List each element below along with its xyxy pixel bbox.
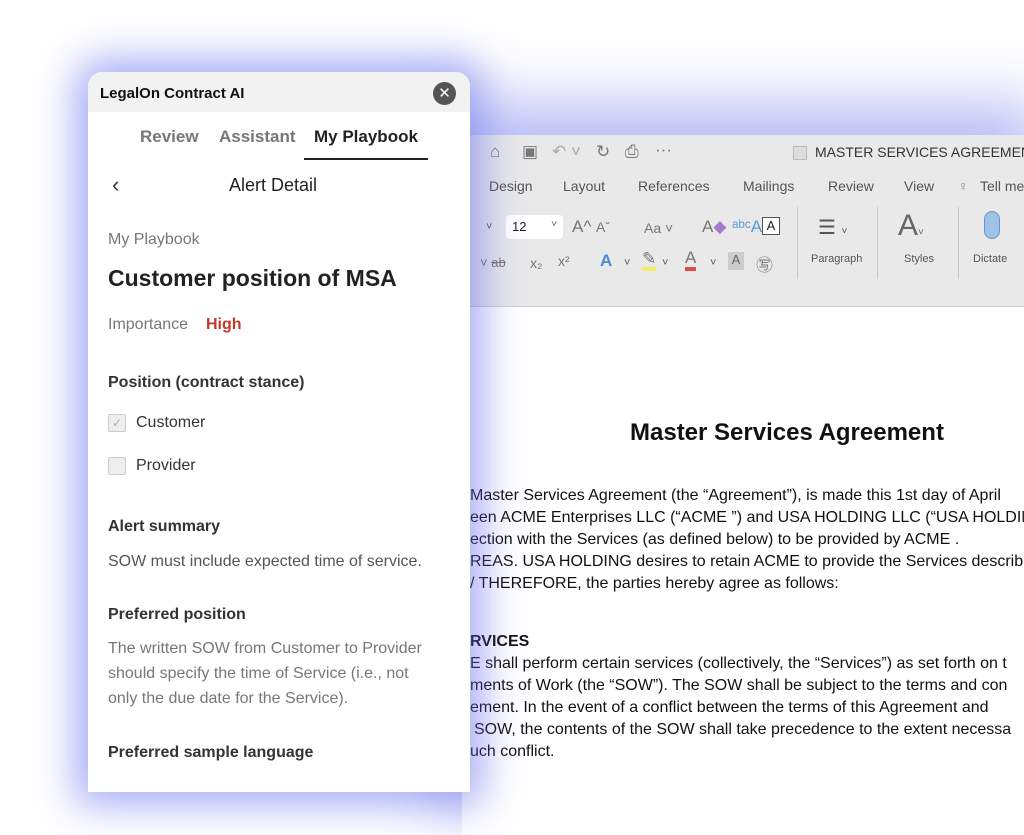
nav-title: Alert Detail: [229, 175, 318, 195]
highlight-icon[interactable]: ✎: [642, 250, 657, 271]
doc-line: uch conflict.: [470, 743, 555, 760]
home-icon[interactable]: ⌂: [490, 142, 500, 162]
ribbon-tab-view[interactable]: View: [904, 178, 934, 194]
more-icon[interactable]: ···: [655, 140, 672, 160]
ribbon-tab-layout[interactable]: Layout: [563, 178, 605, 194]
importance-label: Importance: [108, 316, 189, 333]
preferred-heading: Preferred position: [108, 606, 246, 623]
document-heading: Master Services Agreement: [630, 419, 944, 446]
preferred-text-line: only the due date for the Service).: [108, 690, 349, 707]
preferred-text-line: The written SOW from Customer to Provide…: [108, 640, 422, 657]
tab-review[interactable]: Review: [140, 127, 199, 147]
text-effects-icon[interactable]: ᵃᵇᶜA: [732, 217, 762, 237]
shading-icon[interactable]: A: [728, 252, 744, 270]
lightbulb-icon: ♀: [958, 178, 969, 194]
underline-dropdown[interactable]: ˅ ab: [480, 255, 506, 270]
summary-heading: Alert summary: [108, 518, 221, 535]
dictate-label[interactable]: Dictate: [973, 253, 1007, 265]
provider-label: Provider: [136, 457, 196, 474]
redo-icon[interactable]: ↻: [596, 142, 610, 162]
character-border-icon[interactable]: A: [762, 217, 780, 235]
text-effects-a-icon[interactable]: A: [600, 251, 612, 271]
save-icon[interactable]: ▣: [522, 142, 538, 162]
summary-text: SOW must include expected time of servic…: [108, 553, 422, 570]
doc-line: / THEREFORE, the parties hereby agree as…: [470, 575, 839, 592]
ribbon-tab-design[interactable]: Design: [489, 178, 533, 194]
paragraph-icon[interactable]: ☰ ˅: [818, 215, 847, 240]
word-ribbon: ⌂ ▣ ↶ ˅ ↻ ⎙ ··· MASTER SERVICES AGREEMEN…: [462, 135, 1024, 307]
styles-group-label[interactable]: Styles: [904, 253, 934, 265]
ribbon-tab-mailings[interactable]: Mailings: [743, 178, 794, 194]
clear-format-icon[interactable]: A◆: [702, 217, 726, 237]
doc-line: ection with the Services (as defined bel…: [470, 531, 960, 548]
doc-line: ments of Work (the “SOW”). The SOW shall…: [470, 677, 1008, 694]
tab-assistant[interactable]: Assistant: [219, 127, 296, 147]
doc-section-heading: RVICES: [470, 633, 530, 650]
doc-line: REAS. USA HOLDING desires to retain ACME…: [470, 553, 1024, 570]
subscript-icon[interactable]: x₂: [530, 255, 542, 271]
alert-title: Customer position of MSA: [108, 265, 397, 291]
styles-icon[interactable]: A˅: [898, 209, 924, 243]
enclose-char-icon[interactable]: ㊢: [756, 251, 773, 276]
doc-line: Master Services Agreement (the “Agreemen…: [470, 487, 1001, 504]
provider-checkbox[interactable]: [108, 457, 126, 475]
grow-font-icon[interactable]: A^: [572, 217, 591, 237]
superscript-icon[interactable]: x²: [558, 253, 570, 269]
panel-tabs: Review Assistant My Playbook: [88, 112, 470, 160]
document-title: MASTER SERVICES AGREEMENT: [815, 144, 1024, 160]
word-doc-icon: [793, 146, 807, 160]
word-window: ⌂ ▣ ↶ ˅ ↻ ⎙ ··· MASTER SERVICES AGREEMEN…: [462, 135, 1024, 835]
print-icon[interactable]: ⎙: [625, 142, 639, 162]
customer-checkbox[interactable]: ✓: [108, 414, 126, 432]
font-color-icon[interactable]: A: [685, 249, 697, 271]
tab-my-playbook[interactable]: My Playbook: [314, 127, 418, 147]
doc-line: SOW, the contents of the SOW shall take …: [474, 721, 1012, 738]
undo-icon[interactable]: ↶ ˅: [552, 142, 581, 162]
panel-title: LegalOn Contract AI: [100, 85, 245, 102]
close-icon[interactable]: ✕: [433, 82, 456, 105]
font-size-dropdown[interactable]: 12 ˅: [506, 215, 563, 239]
breadcrumb[interactable]: My Playbook: [108, 231, 200, 249]
panel-header: LegalOn Contract AI ✕: [88, 72, 470, 112]
font-name-dropdown[interactable]: ˅: [486, 221, 492, 233]
importance-badge: High: [206, 316, 242, 333]
shrink-font-icon[interactable]: Aˇ: [596, 219, 610, 235]
doc-line: E shall perform certain services (collec…: [470, 655, 1007, 672]
change-case-icon[interactable]: Aa ˅: [644, 220, 673, 236]
back-chevron-icon[interactable]: ‹: [112, 172, 119, 198]
doc-line: een ACME Enterprises LLC (“ACME ”) and U…: [470, 509, 1024, 526]
position-heading: Position (contract stance): [108, 374, 305, 391]
font-size-value: 12: [512, 219, 527, 234]
doc-line: ement. In the event of a conflict betwee…: [470, 699, 989, 716]
microphone-icon[interactable]: [984, 211, 1000, 239]
tell-me-search[interactable]: Tell me: [980, 178, 1024, 194]
active-tab-indicator: [304, 158, 428, 160]
preferred-text-line: should specify the time of Service (i.e.…: [108, 665, 409, 682]
legalon-panel: LegalOn Contract AI ✕ Review Assistant M…: [88, 72, 470, 792]
ribbon-tab-review[interactable]: Review: [828, 178, 874, 194]
ribbon-tab-references[interactable]: References: [638, 178, 710, 194]
customer-label: Customer: [136, 414, 206, 431]
paragraph-group-label[interactable]: Paragraph: [811, 253, 862, 265]
sample-heading: Preferred sample language: [108, 744, 314, 761]
